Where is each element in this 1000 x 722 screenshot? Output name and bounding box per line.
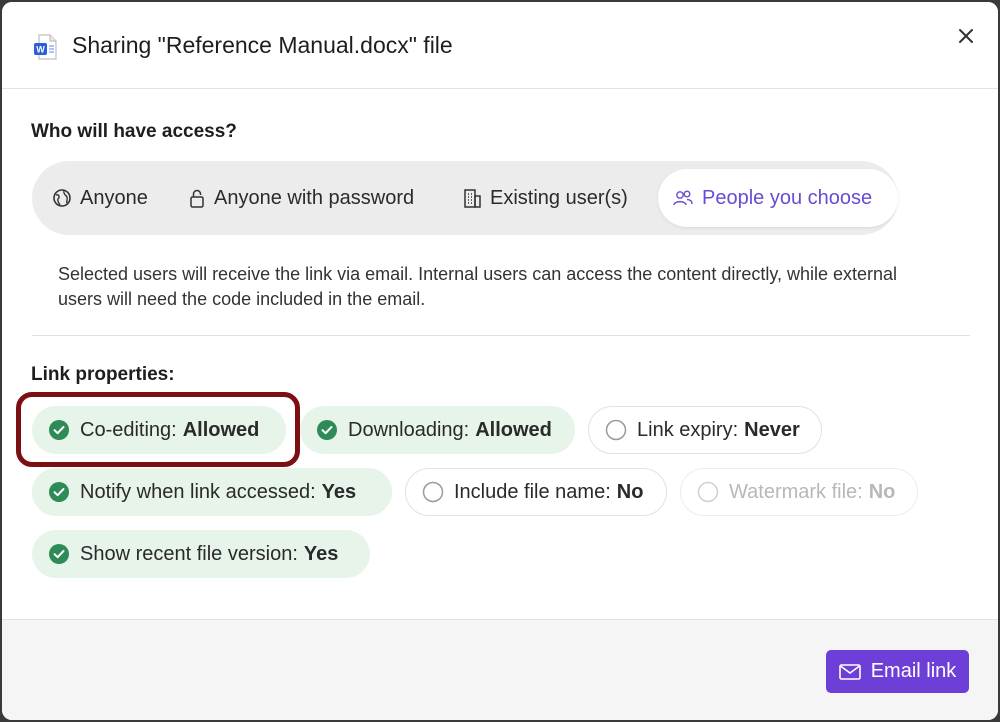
word-document-icon: W bbox=[32, 33, 60, 61]
property-value: No bbox=[868, 480, 896, 503]
property-value: Allowed bbox=[182, 418, 260, 441]
access-option-people-you-choose[interactable]: People you choose bbox=[658, 169, 898, 227]
email-link-label: Email link bbox=[870, 660, 957, 682]
envelope-icon bbox=[838, 663, 861, 680]
property-label: Co-editing: bbox=[80, 418, 177, 441]
check-circle-icon bbox=[317, 420, 337, 440]
email-link-button[interactable]: Email link bbox=[826, 650, 969, 693]
property-label: Link expiry: bbox=[637, 418, 739, 441]
link-expiry-toggle[interactable]: Link expiry: Never bbox=[588, 406, 822, 454]
access-option-label: People you choose bbox=[702, 186, 873, 209]
downloading-toggle[interactable]: Downloading: Allowed bbox=[300, 406, 575, 454]
property-label: Downloading: bbox=[348, 418, 470, 441]
dialog-footer: Email link bbox=[2, 619, 998, 720]
dialog-header: W Sharing "Reference Manual.docx" file bbox=[2, 2, 998, 89]
property-value: Never bbox=[744, 418, 800, 441]
people-icon bbox=[673, 190, 693, 206]
property-label: Notify when link accessed: bbox=[80, 480, 316, 503]
property-value: Yes bbox=[321, 480, 357, 503]
dialog-title: Sharing "Reference Manual.docx" file bbox=[72, 32, 453, 58]
svg-text:W: W bbox=[36, 45, 45, 55]
section-divider bbox=[32, 335, 970, 336]
check-circle-icon bbox=[49, 482, 69, 502]
watermark-file-toggle: Watermark file: No bbox=[680, 468, 918, 516]
empty-circle-icon bbox=[422, 481, 444, 503]
globe-icon bbox=[53, 189, 71, 207]
empty-circle-icon bbox=[605, 419, 627, 441]
property-value: Allowed bbox=[475, 418, 552, 441]
property-label: Include file name: bbox=[454, 480, 611, 503]
empty-circle-icon bbox=[697, 481, 719, 503]
access-selector: Anyone Anyone with password Existing use… bbox=[32, 161, 898, 235]
lock-icon bbox=[190, 189, 204, 208]
check-circle-icon bbox=[49, 420, 69, 440]
property-label: Watermark file: bbox=[729, 480, 863, 503]
co-editing-toggle[interactable]: Co-editing: Allowed bbox=[32, 406, 286, 454]
access-option-label: Anyone with password bbox=[214, 186, 415, 209]
check-circle-icon bbox=[49, 544, 69, 564]
close-icon bbox=[959, 29, 973, 43]
sharing-dialog: W Sharing "Reference Manual.docx" file W… bbox=[2, 2, 998, 720]
property-value: No bbox=[616, 480, 644, 503]
property-label: Show recent file version: bbox=[80, 542, 298, 565]
notify-when-accessed-toggle[interactable]: Notify when link accessed: Yes bbox=[32, 468, 392, 516]
access-option-anyone[interactable]: Anyone bbox=[52, 169, 148, 227]
include-file-name-toggle[interactable]: Include file name: No bbox=[405, 468, 667, 516]
access-option-label: Anyone bbox=[80, 186, 148, 209]
access-heading: Who will have access? bbox=[31, 121, 237, 142]
show-recent-version-toggle[interactable]: Show recent file version: Yes bbox=[32, 530, 370, 578]
property-value: Yes bbox=[303, 542, 339, 565]
access-option-label: Existing user(s) bbox=[490, 186, 628, 209]
link-properties-heading: Link properties: bbox=[31, 364, 175, 385]
building-icon bbox=[464, 189, 481, 208]
access-option-existing-users[interactable]: Existing user(s) bbox=[462, 169, 628, 227]
access-description: Selected users will receive the link via… bbox=[58, 264, 898, 309]
close-button[interactable] bbox=[952, 22, 980, 50]
access-option-password[interactable]: Anyone with password bbox=[188, 169, 414, 227]
